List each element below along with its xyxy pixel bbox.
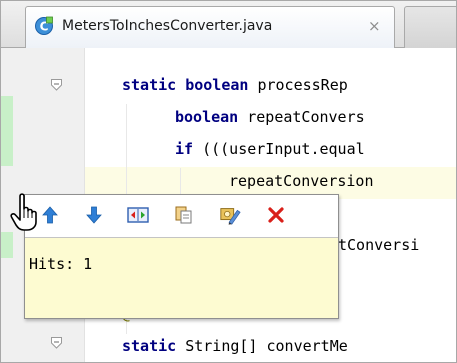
tab-label: MetersToInchesConverter.java <box>62 18 273 34</box>
code-token: repeatConversion <box>229 172 383 190</box>
hand-cursor-icon <box>10 193 37 231</box>
change-marker <box>1 96 13 166</box>
remove-breakpoint-icon <box>268 207 284 223</box>
copy-button[interactable] <box>173 204 195 226</box>
code-token: String[] convertMe <box>185 337 348 355</box>
edit-breakpoint-icon <box>220 208 241 225</box>
code-line[interactable]: boolean repeatConvers <box>175 108 365 126</box>
step-down-icon <box>86 206 102 224</box>
hits-count: Hits: 1 <box>29 255 93 273</box>
code-line[interactable]: tConversi <box>338 236 419 254</box>
code-token: boolean <box>175 108 248 126</box>
fold-marker-icon[interactable] <box>51 79 62 91</box>
code-token: (((userInput.equal <box>202 140 365 158</box>
view-breakpoints-icon <box>127 207 149 223</box>
code-token: processRep <box>257 76 348 94</box>
code-line[interactable]: repeatConversion <box>229 172 383 190</box>
breakpoint-toolbar <box>25 195 338 238</box>
java-class-icon: C <box>35 16 53 35</box>
breakpoint-popup: Hits: 1 <box>24 194 339 319</box>
code-token: repeatConvers <box>247 108 365 126</box>
fold-marker-icon[interactable] <box>51 337 62 349</box>
edit-breakpoint-button[interactable] <box>219 204 241 226</box>
tab-close-icon[interactable]: × <box>368 17 381 35</box>
code-token: tConversi <box>338 236 420 254</box>
step-down-button[interactable] <box>83 204 105 226</box>
editor-tab-bar: C MetersToInchesConverter.java × <box>1 1 457 48</box>
code-token: static boolean <box>122 76 258 94</box>
copy-icon <box>175 206 192 224</box>
code-token: static <box>122 337 186 355</box>
remove-breakpoint-button[interactable] <box>265 204 287 226</box>
tab-meters-to-inches-converter[interactable]: C MetersToInchesConverter.java × <box>25 6 395 48</box>
code-line[interactable]: static String[] convertMe <box>122 337 348 355</box>
code-line[interactable]: if (((userInput.equal <box>175 140 365 158</box>
code-token: if <box>175 140 203 158</box>
change-marker <box>1 232 13 258</box>
code-line[interactable]: static boolean processRep <box>122 76 348 94</box>
tab-next[interactable] <box>404 6 457 48</box>
view-breakpoints-button[interactable] <box>127 204 149 226</box>
